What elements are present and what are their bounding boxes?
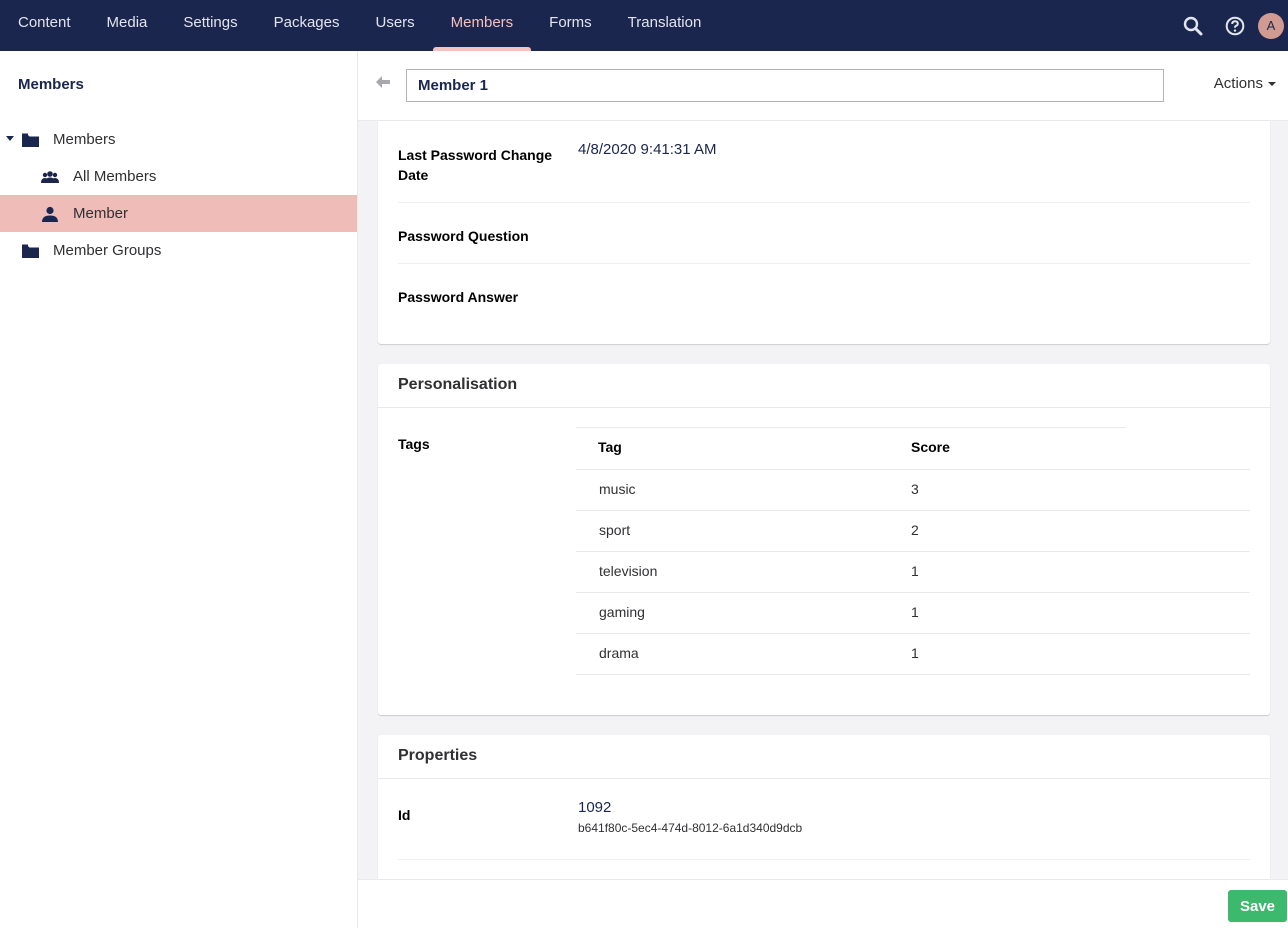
table-row: sport 2 <box>576 511 1250 552</box>
caret-down-icon[interactable] <box>6 136 14 141</box>
property-label: Password Answer <box>398 289 519 305</box>
column-header-score: Score <box>911 439 950 455</box>
user-icon <box>41 206 59 222</box>
property-label: Last Password Change Date <box>398 147 553 183</box>
search-icon[interactable] <box>1172 0 1214 51</box>
guid-value: b641f80c-5ec4-474d-8012-6a1d340d9dcb <box>578 821 803 835</box>
tags-table: Tag Score music 3 sport 2 television 1 g… <box>576 427 1250 675</box>
users-icon <box>41 169 59 185</box>
help-icon[interactable] <box>1214 0 1256 51</box>
property-row: Password Question <box>398 203 1250 264</box>
tree-item-label: Member Groups <box>53 242 162 259</box>
nav-content[interactable]: Content <box>0 0 89 51</box>
property-row: Tags Tag Score music 3 sport 2 televisio… <box>378 408 1270 708</box>
folder-icon <box>21 243 39 259</box>
user-avatar-button[interactable]: A <box>1256 0 1288 51</box>
tree-item-member[interactable]: Member <box>0 195 357 232</box>
sidebar-title: Members <box>18 76 84 93</box>
table-row: television 1 <box>576 552 1250 593</box>
tag-cell: drama <box>599 645 639 661</box>
nav-users[interactable]: Users <box>357 0 432 51</box>
nav-translation[interactable]: Translation <box>610 0 720 51</box>
score-cell: 1 <box>911 604 919 620</box>
folder-icon <box>21 132 39 148</box>
tree-item-members[interactable]: Members <box>0 121 357 158</box>
property-label: Password Question <box>398 228 529 244</box>
panel-title: Properties <box>378 735 1270 779</box>
property-label: Tags <box>398 436 430 452</box>
tag-cell: television <box>599 563 658 579</box>
save-button[interactable]: Save <box>1228 890 1287 922</box>
sidebar: Members Members All Members Member Membe… <box>0 51 358 928</box>
nav-packages[interactable]: Packages <box>256 0 358 51</box>
nav-forms[interactable]: Forms <box>531 0 610 51</box>
header-tools: A <box>1172 0 1288 51</box>
column-header-tag: Tag <box>598 439 622 455</box>
tree-item-member-groups[interactable]: Member Groups <box>0 232 357 269</box>
avatar: A <box>1258 12 1284 39</box>
top-navigation: Content Media Settings Packages Users Me… <box>0 0 1288 51</box>
score-cell: 1 <box>911 563 919 579</box>
id-value: 1092 <box>578 799 612 816</box>
tree-item-label: Member <box>73 205 129 222</box>
property-row: Last Password Change Date 4/8/2020 9:41:… <box>398 121 1250 203</box>
member-name-input[interactable] <box>406 69 1164 102</box>
properties-panel: Properties Id 1092 b641f80c-5ec4-474d-80… <box>378 735 1270 879</box>
caret-down-icon <box>1268 81 1276 86</box>
divider <box>576 427 1126 428</box>
membership-panel: Last Password Change Date 4/8/2020 9:41:… <box>378 121 1270 344</box>
tag-cell: music <box>599 481 636 497</box>
editor-content[interactable]: Last Password Change Date 4/8/2020 9:41:… <box>358 121 1288 879</box>
tag-cell: gaming <box>599 604 645 620</box>
member-tree: Members All Members Member Member Groups <box>0 121 357 269</box>
editor-header: Actions <box>358 51 1288 121</box>
score-cell: 1 <box>911 645 919 661</box>
editor-footer: Save <box>358 879 1288 928</box>
nav-media[interactable]: Media <box>89 0 166 51</box>
table-row: drama 1 <box>576 634 1250 675</box>
property-row: Password Answer <box>398 264 1250 343</box>
back-arrow-icon[interactable] <box>376 75 390 93</box>
section-tabs: Content Media Settings Packages Users Me… <box>0 0 719 51</box>
personalisation-panel: Personalisation Tags Tag Score music 3 s… <box>378 364 1270 715</box>
table-row: gaming 1 <box>576 593 1250 634</box>
tree-item-label: All Members <box>73 168 157 185</box>
score-cell: 2 <box>911 522 919 538</box>
tree-item-label: Members <box>53 131 116 148</box>
property-row: Id 1092 b641f80c-5ec4-474d-8012-6a1d340d… <box>398 779 1250 860</box>
tag-cell: sport <box>599 522 631 538</box>
score-cell: 3 <box>911 481 919 497</box>
nav-settings[interactable]: Settings <box>165 0 255 51</box>
table-row: music 3 <box>576 470 1250 511</box>
actions-label: Actions <box>1213 75 1263 92</box>
table-header: Tag Score <box>576 427 1250 470</box>
tree-item-all-members[interactable]: All Members <box>0 158 357 195</box>
property-label: Id <box>398 807 411 823</box>
property-value: 4/8/2020 9:41:31 AM <box>578 141 717 158</box>
nav-members[interactable]: Members <box>432 0 532 51</box>
panel-title: Personalisation <box>378 364 1270 408</box>
actions-dropdown[interactable]: Actions <box>1214 75 1276 92</box>
